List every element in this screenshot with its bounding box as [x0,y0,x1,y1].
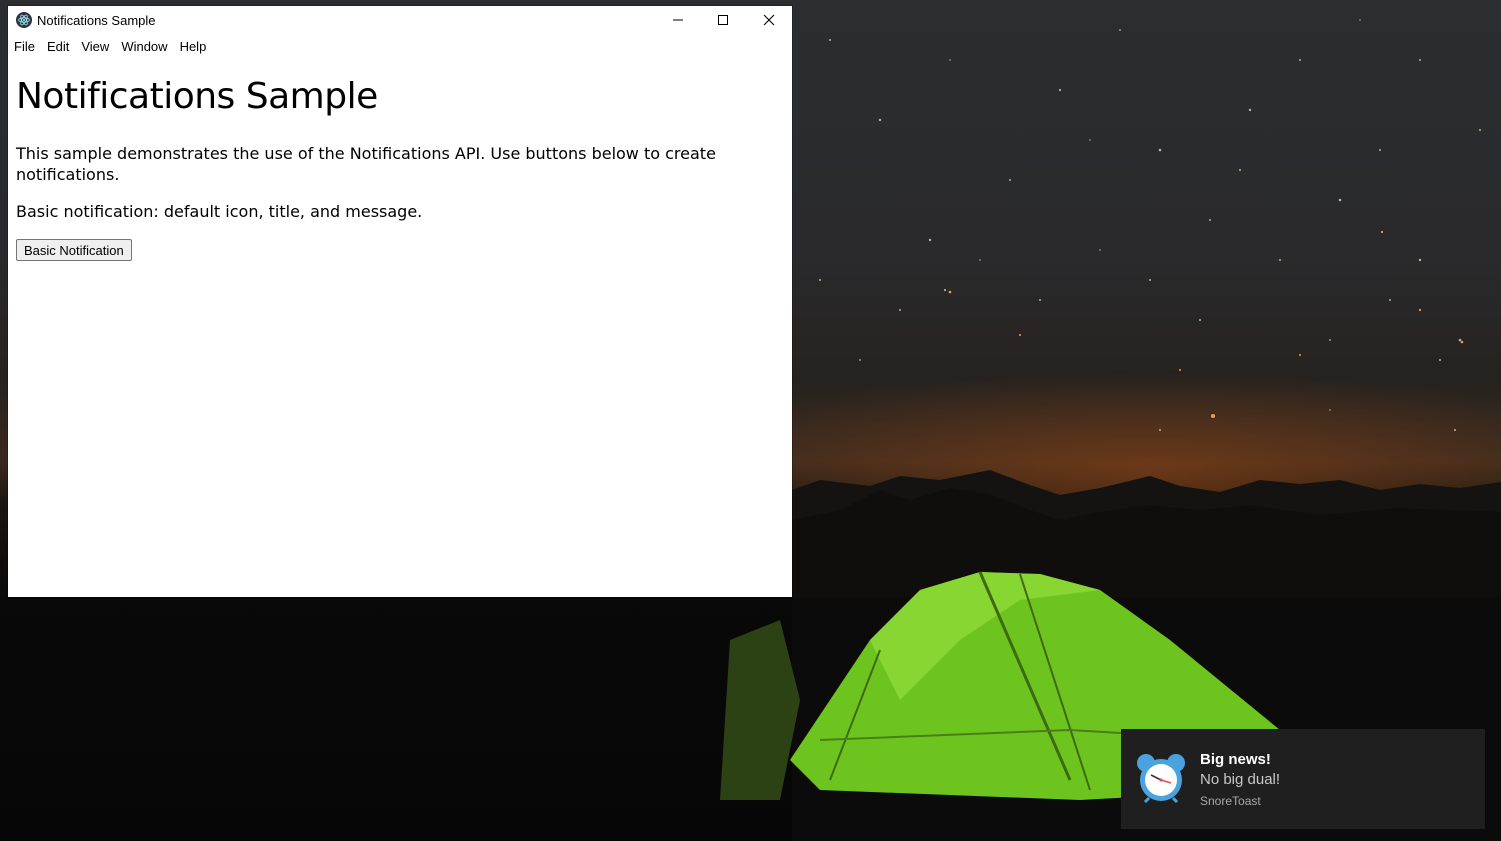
toast-source: SnoreToast [1200,794,1261,808]
basic-notification-button[interactable]: Basic Notification [16,239,132,261]
menu-bar: File Edit View Window Help [8,35,792,57]
alarm-clock-icon [1137,754,1185,803]
maximize-icon [718,15,728,25]
page-title: Notifications Sample [16,76,378,117]
app-window: Notifications Sample File Edit View Wind… [8,6,792,597]
basic-notification-description: Basic notification: default icon, title,… [16,202,423,221]
toast-notification[interactable]: Big news! No big dual! SnoreToast [1121,729,1485,829]
menu-window[interactable]: Window [115,37,173,56]
menu-view[interactable]: View [75,37,115,56]
window-title: Notifications Sample [37,13,156,28]
minimize-button[interactable] [655,6,701,34]
menu-file[interactable]: File [8,37,41,56]
menu-edit[interactable]: Edit [41,37,75,56]
title-bar[interactable]: Notifications Sample [8,6,792,34]
electron-icon [16,12,32,28]
menu-help[interactable]: Help [174,37,213,56]
minimize-icon [673,19,683,21]
intro-text: This sample demonstrates the use of the … [16,144,716,184]
close-button[interactable] [746,6,792,34]
toast-title: Big news! [1200,751,1271,768]
maximize-button[interactable] [700,6,746,34]
main-content: Notifications Sample This sample demonst… [16,76,776,261]
toast-message: No big dual! [1200,771,1281,788]
close-icon [763,14,775,26]
